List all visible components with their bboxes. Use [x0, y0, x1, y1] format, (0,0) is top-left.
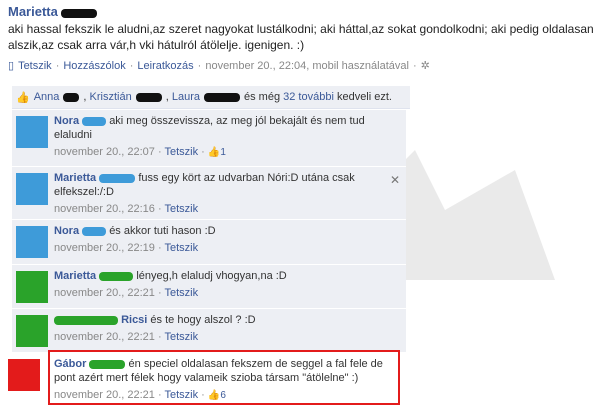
liker-1[interactable]: Anna [34, 91, 60, 103]
post-timestamp: november 20., 22:04, mobil használatával [205, 59, 409, 72]
post-text: aki hassal fekszik le aludni,az szeret n… [8, 22, 594, 52]
comment: Nora aki meg összevissza, az meg jól bek… [12, 110, 406, 167]
status-post: Marietta aki hassal fekszik le aludni,az… [8, 4, 598, 72]
comment-link[interactable]: Hozzászólok [63, 60, 125, 72]
comment: Nora és akkor tuti hason :D november 20.… [12, 220, 406, 265]
liker-3[interactable]: Laura [172, 91, 200, 103]
liker-2[interactable]: Krisztián [90, 91, 132, 103]
avatar[interactable] [16, 315, 48, 347]
redaction-scribble [63, 92, 80, 102]
redaction-scribble [60, 8, 97, 18]
comment: Marietta fuss egy kört az udvarban Nóri:… [12, 167, 406, 220]
avatar[interactable] [16, 271, 48, 303]
close-icon[interactable]: ✕ [390, 173, 400, 187]
post-author[interactable]: Marietta [8, 4, 58, 19]
comment: Ricsi és te hogy alszol ? :D november 20… [12, 309, 406, 353]
avatar[interactable] [16, 226, 48, 258]
redaction-scribble [135, 92, 162, 102]
thumbs-up-icon: 👍 [16, 91, 30, 104]
settings-gear-icon[interactable]: ✲ [421, 59, 430, 72]
avatar[interactable] [16, 173, 48, 205]
highlight-box [48, 350, 400, 405]
avatar[interactable] [8, 359, 40, 391]
like-link[interactable]: Tetszik [18, 60, 52, 72]
like-count: 👍1 [207, 147, 226, 158]
more-likers-link[interactable]: 32 további [283, 91, 334, 103]
redaction-scribble [203, 92, 240, 102]
comment: Marietta lényeg,h elaludj vhogyan,na :D … [12, 265, 406, 309]
unsubscribe-link[interactable]: Leiratkozás [137, 60, 193, 72]
post-meta: ▯ Tetszik · Hozzászólok · Leiratkozás · … [8, 59, 430, 73]
mobile-icon: ▯ [8, 60, 15, 72]
likes-summary: 👍 Anna , Krisztián , Laura és még 32 tov… [12, 86, 410, 109]
avatar[interactable] [16, 116, 48, 148]
